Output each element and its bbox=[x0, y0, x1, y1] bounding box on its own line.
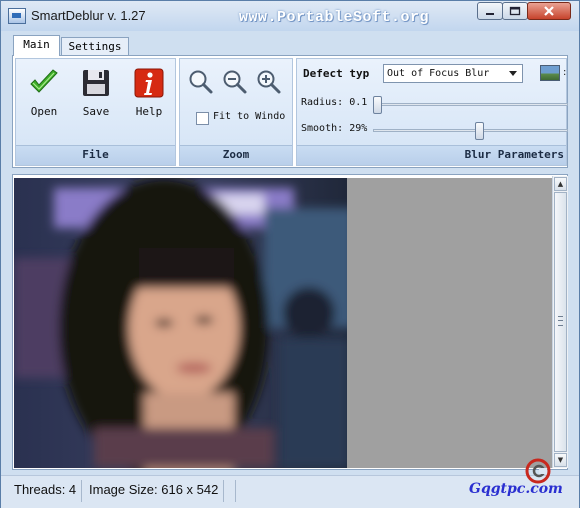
defect-type-value: Out of Focus Blur bbox=[387, 68, 490, 79]
save-button[interactable]: Save bbox=[74, 65, 118, 121]
maximize-icon bbox=[509, 6, 521, 16]
blur-parameters-label: Blur Parameters bbox=[297, 145, 566, 165]
status-divider bbox=[235, 480, 236, 502]
grip-icon bbox=[558, 316, 563, 326]
radius-label: Radius: 0.1 bbox=[301, 97, 367, 108]
fit-to-window-checkbox[interactable]: Fit to Windo bbox=[196, 111, 296, 127]
app-window: SmartDeblur v. 1.27 www.PortableSoft.org… bbox=[0, 0, 580, 508]
overflow-marker: : bbox=[563, 67, 567, 78]
open-button[interactable]: Open bbox=[22, 65, 66, 121]
help-label: Help bbox=[135, 105, 163, 118]
open-check-icon bbox=[30, 69, 58, 93]
empty-canvas-area bbox=[347, 178, 552, 468]
help-info-icon bbox=[134, 68, 164, 98]
tab-main[interactable]: Main bbox=[13, 35, 60, 56]
zoom-out-icon[interactable] bbox=[222, 69, 248, 95]
zoom-fit-icon[interactable] bbox=[188, 69, 214, 95]
zoom-group: Fit to Windo Zoom bbox=[179, 58, 293, 166]
radius-value: 0.1 bbox=[349, 97, 368, 108]
save-label: Save bbox=[82, 105, 110, 118]
window-title: SmartDeblur v. 1.27 bbox=[31, 8, 146, 23]
close-button[interactable] bbox=[527, 2, 571, 20]
chevron-down-icon bbox=[509, 71, 517, 76]
zoom-group-label: Zoom bbox=[180, 145, 292, 165]
blurred-portrait-image bbox=[14, 178, 347, 468]
file-group: Open Save Help File bbox=[15, 58, 176, 166]
app-icon bbox=[8, 8, 26, 24]
smooth-label: Smooth: 29% bbox=[301, 123, 367, 134]
smooth-value: 29% bbox=[349, 123, 368, 134]
threads-status: Threads: 4 bbox=[14, 482, 77, 497]
radius-slider-thumb[interactable] bbox=[373, 96, 382, 114]
radius-slider-track[interactable] bbox=[373, 103, 568, 106]
image-size-status: Image Size: 616 x 542 bbox=[89, 482, 219, 497]
maximize-button[interactable] bbox=[502, 2, 528, 20]
status-divider bbox=[81, 480, 82, 502]
ribbon-panel: Open Save Help File Fit to Windo Zoom De… bbox=[12, 55, 568, 168]
defect-type-select[interactable]: Out of Focus Blur bbox=[383, 64, 523, 83]
defect-type-label: Defect typ bbox=[303, 67, 370, 80]
watermark-text: Gqgtpc.com bbox=[469, 481, 563, 497]
fit-to-window-label: Fit to Windo bbox=[213, 111, 286, 122]
blur-parameters-group: Defect typ Out of Focus Blur : Radius: 0… bbox=[296, 58, 568, 166]
checkbox-box[interactable] bbox=[196, 112, 209, 125]
close-icon bbox=[544, 6, 554, 16]
title-bar[interactable]: SmartDeblur v. 1.27 www.PortableSoft.org bbox=[1, 1, 579, 31]
brand-url-text: www.PortableSoft.org bbox=[239, 9, 430, 26]
floppy-disk-icon bbox=[83, 70, 109, 96]
help-button[interactable]: Help bbox=[127, 65, 171, 121]
scroll-down-button[interactable]: ▼ bbox=[554, 453, 567, 467]
open-label: Open bbox=[30, 105, 58, 118]
smooth-label-text: Smooth: bbox=[301, 123, 344, 134]
image-thumbnail-icon[interactable] bbox=[540, 65, 560, 81]
vertical-scrollbar[interactable]: ▲ ▼ bbox=[552, 176, 568, 468]
minimize-button[interactable] bbox=[477, 2, 503, 20]
status-divider bbox=[223, 480, 224, 502]
minimize-icon bbox=[486, 13, 494, 15]
file-group-label: File bbox=[16, 145, 175, 165]
zoom-in-icon[interactable] bbox=[256, 69, 282, 95]
tab-settings[interactable]: Settings bbox=[61, 37, 129, 56]
smooth-slider-thumb[interactable] bbox=[475, 122, 485, 140]
smooth-slider-track[interactable] bbox=[373, 129, 568, 132]
image-canvas[interactable]: ▲ ▼ bbox=[12, 174, 568, 470]
photo-preview bbox=[14, 178, 347, 468]
scroll-thumb[interactable] bbox=[554, 192, 567, 452]
scroll-up-button[interactable]: ▲ bbox=[554, 177, 567, 191]
radius-label-text: Radius: bbox=[301, 97, 344, 108]
